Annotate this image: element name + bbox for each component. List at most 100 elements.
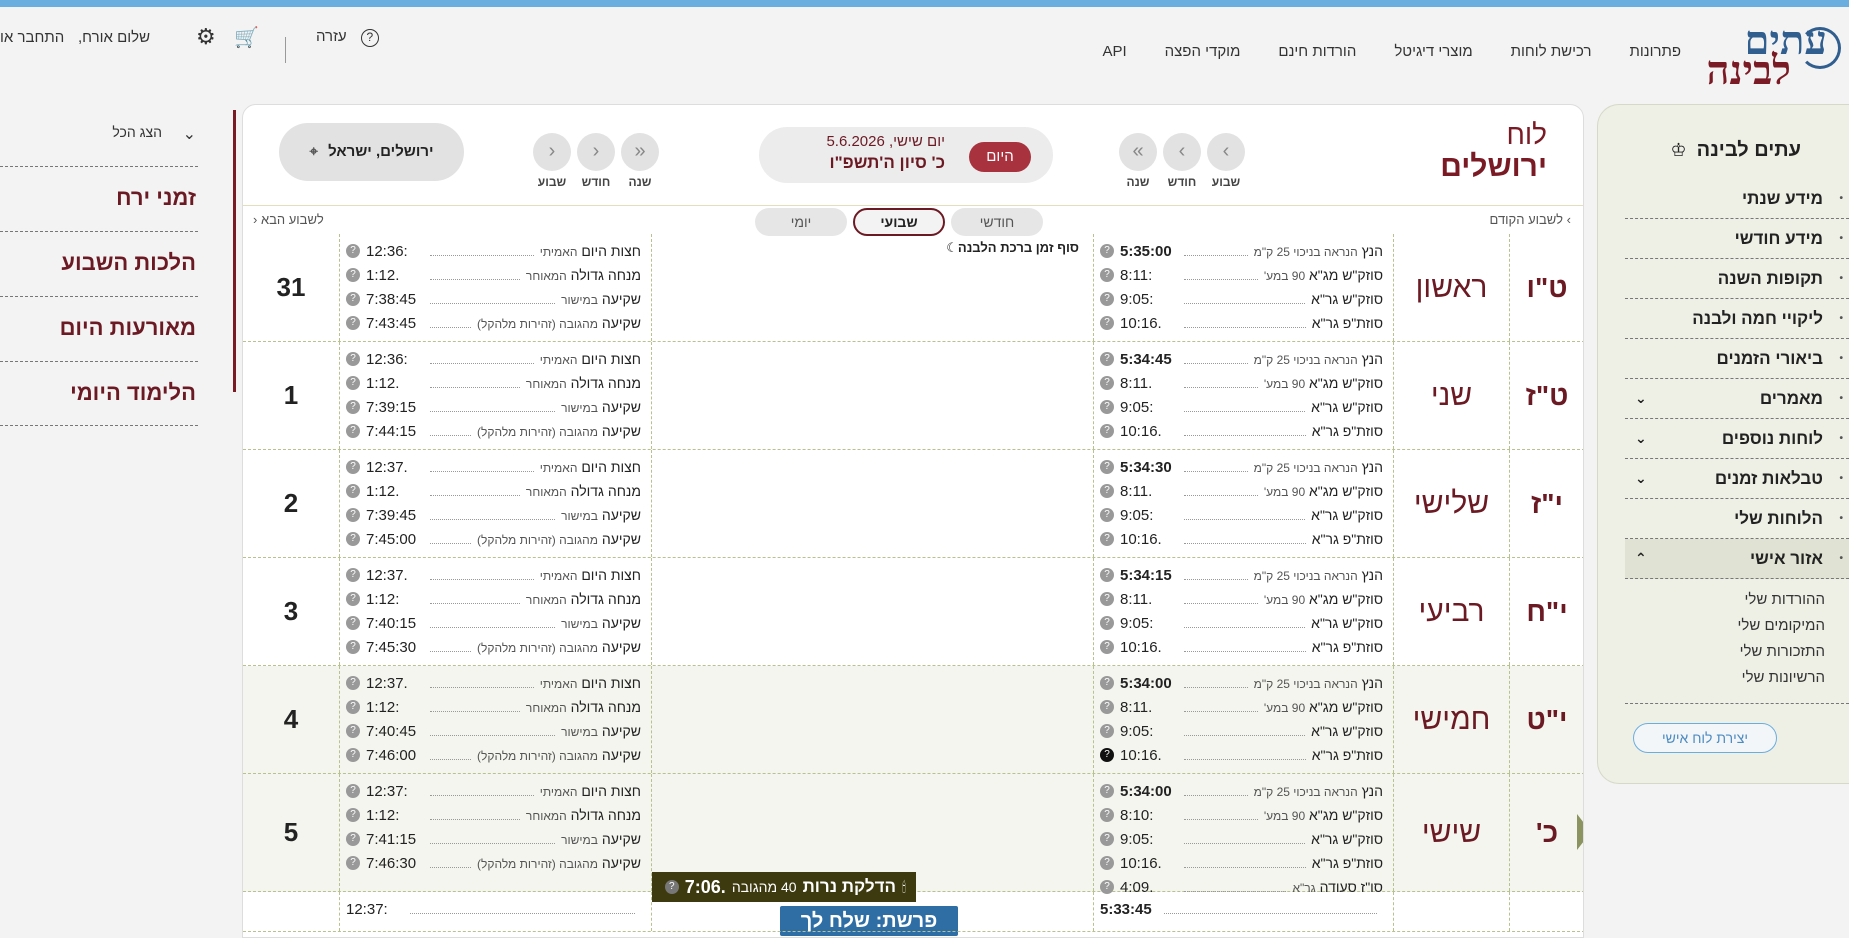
info-icon[interactable]: ? <box>1100 676 1114 690</box>
sidebar-item[interactable]: אזור אישי ⌃ <box>1625 539 1849 579</box>
dot-leader <box>1184 570 1248 580</box>
info-icon[interactable]: ? <box>346 832 360 846</box>
nav-free-downloads[interactable]: הורדות חינם <box>1278 43 1356 60</box>
sidebar-item[interactable]: טבלאות זמנים ⌄ <box>1625 459 1849 499</box>
info-icon[interactable]: ? <box>346 400 360 414</box>
info-icon[interactable]: ? <box>346 484 360 498</box>
info-icon[interactable]: ? <box>1100 640 1114 654</box>
info-icon[interactable]: ? <box>1100 484 1114 498</box>
sidebar-item[interactable]: מידע חודשי <box>1625 219 1849 259</box>
info-icon[interactable]: ? <box>1100 808 1114 822</box>
info-icon[interactable]: ? <box>346 268 360 282</box>
sidebar-item[interactable]: מידע שנתי <box>1625 179 1849 219</box>
sidebar-item[interactable]: הלוחות שלי <box>1625 499 1849 539</box>
next-month-button[interactable]: ‹ חודש <box>577 133 615 189</box>
prev-week-link[interactable]: › לשבוע הקודם <box>1490 212 1571 227</box>
link-weekly-halachot[interactable]: הלכות השבוע <box>0 231 198 296</box>
info-icon[interactable]: ? <box>346 640 360 654</box>
info-icon[interactable]: ? <box>346 616 360 630</box>
next-year-button[interactable]: « שנה <box>621 133 659 189</box>
info-icon[interactable]: ? <box>346 808 360 822</box>
info-icon[interactable]: ? <box>1100 424 1114 438</box>
info-icon[interactable]: ? <box>1100 724 1114 738</box>
gear-icon[interactable]: ⚙ <box>196 24 216 50</box>
zman-name-detail: 90 במע' <box>1263 485 1306 499</box>
info-icon[interactable]: ? <box>346 292 360 306</box>
nav-api[interactable]: API <box>1102 43 1126 60</box>
info-icon[interactable]: ? <box>1100 292 1114 306</box>
info-icon[interactable]: ? <box>1100 748 1114 762</box>
info-icon[interactable]: ? <box>346 568 360 582</box>
logo[interactable]: עתים לבינה <box>1701 19 1841 91</box>
info-icon[interactable]: ? <box>346 784 360 798</box>
dot-leader <box>1184 534 1306 544</box>
today-button[interactable]: היום <box>969 142 1031 172</box>
info-icon[interactable]: ? <box>1100 316 1114 330</box>
help-link[interactable]: ? עזרה <box>316 28 379 47</box>
info-icon[interactable]: ? <box>1100 508 1114 522</box>
create-personal-calendar-button[interactable]: יצירת לוח אישי <box>1633 723 1777 753</box>
info-icon[interactable]: ? <box>346 460 360 474</box>
location-label: ירושלים, ישראל <box>328 143 434 160</box>
sidebar-subitem[interactable]: הרשיונות שלי <box>1625 665 1825 691</box>
info-icon[interactable]: ? <box>1100 400 1114 414</box>
sidebar-subitem[interactable]: ההורדות שלי <box>1625 587 1825 613</box>
next-week-link[interactable]: לשבוע הבא ‹ <box>253 212 324 227</box>
zman-time: 10:16. <box>1120 746 1162 764</box>
info-icon[interactable]: ? <box>346 592 360 606</box>
zman-line: שקיעה במישור 7:39:45? <box>340 503 651 527</box>
info-icon[interactable]: ? <box>1100 616 1114 630</box>
tab-daily[interactable]: יומי <box>755 208 847 236</box>
info-icon[interactable]: ? <box>1100 532 1114 546</box>
show-all-toggle[interactable]: הצג הכל ⌄ <box>0 124 198 146</box>
tab-monthly[interactable]: חודשי <box>951 208 1043 236</box>
sidebar-subitem[interactable]: התזכורות שלי <box>1625 639 1825 665</box>
cart-icon[interactable]: 🛒 <box>234 25 259 50</box>
info-icon[interactable]: ? <box>1100 784 1114 798</box>
prev-year-button[interactable]: » שנה <box>1119 133 1157 189</box>
info-icon[interactable]: ? <box>1100 856 1114 870</box>
info-icon[interactable]: ? <box>346 700 360 714</box>
tab-weekly[interactable]: שבועי <box>853 208 945 236</box>
info-icon[interactable]: ? <box>346 424 360 438</box>
sidebar-item[interactable]: ביאורי הזמנים <box>1625 339 1849 379</box>
nav-digital-products[interactable]: מוצרי דיגיטל <box>1394 43 1472 60</box>
info-icon[interactable]: ? <box>346 532 360 546</box>
chevron-up-icon: ⌃ <box>1635 550 1647 566</box>
prev-week-button[interactable]: › שבוע <box>1207 133 1245 189</box>
sidebar-item[interactable]: תקופות השנה <box>1625 259 1849 299</box>
info-icon[interactable]: ? <box>346 724 360 738</box>
link-daily-study[interactable]: הלימוד היומי <box>0 361 198 426</box>
sidebar-item[interactable]: ליקויי חמה ולבנה <box>1625 299 1849 339</box>
info-icon[interactable]: ? <box>346 676 360 690</box>
info-icon[interactable]: ? <box>346 316 360 330</box>
nav-distribution[interactable]: מוקדי הפצה <box>1165 43 1241 60</box>
sidebar-subitem[interactable]: המיקומים שלי <box>1625 613 1826 639</box>
info-icon[interactable]: ? <box>1100 352 1114 366</box>
info-icon[interactable]: ? <box>1100 268 1114 282</box>
zman-name-detail: המאוחר <box>525 269 567 283</box>
location-selector[interactable]: ירושלים, ישראל ⌖ <box>279 123 464 181</box>
nav-solutions[interactable]: פתרונות <box>1629 43 1681 60</box>
info-icon[interactable]: ? <box>1100 592 1114 606</box>
info-icon[interactable]: ? <box>346 244 360 258</box>
link-events-today[interactable]: מאורעות היום <box>0 296 198 361</box>
info-icon[interactable]: ? <box>1100 460 1114 474</box>
info-icon[interactable]: ? <box>346 508 360 522</box>
info-icon[interactable]: ? <box>346 352 360 366</box>
nav-buy-calendars[interactable]: רכישת לוחות <box>1511 43 1592 60</box>
info-icon[interactable]: ? <box>1100 700 1114 714</box>
next-week-button[interactable]: ‹ שבוע <box>533 133 571 189</box>
info-icon[interactable]: ? <box>346 856 360 870</box>
link-moon-times[interactable]: זמני ירח <box>0 166 198 231</box>
prev-month-button[interactable]: › חודש <box>1163 133 1201 189</box>
sidebar-item[interactable]: מאמרים ⌄ <box>1625 379 1849 419</box>
login-link[interactable]: התחבר או <box>0 29 64 46</box>
info-icon[interactable]: ? <box>346 376 360 390</box>
info-icon[interactable]: ? <box>346 748 360 762</box>
info-icon[interactable]: ? <box>1100 568 1114 582</box>
info-icon[interactable]: ? <box>1100 376 1114 390</box>
info-icon[interactable]: ? <box>1100 244 1114 258</box>
sidebar-item[interactable]: לוחות נוספים ⌄ <box>1625 419 1849 459</box>
info-icon[interactable]: ? <box>1100 832 1114 846</box>
